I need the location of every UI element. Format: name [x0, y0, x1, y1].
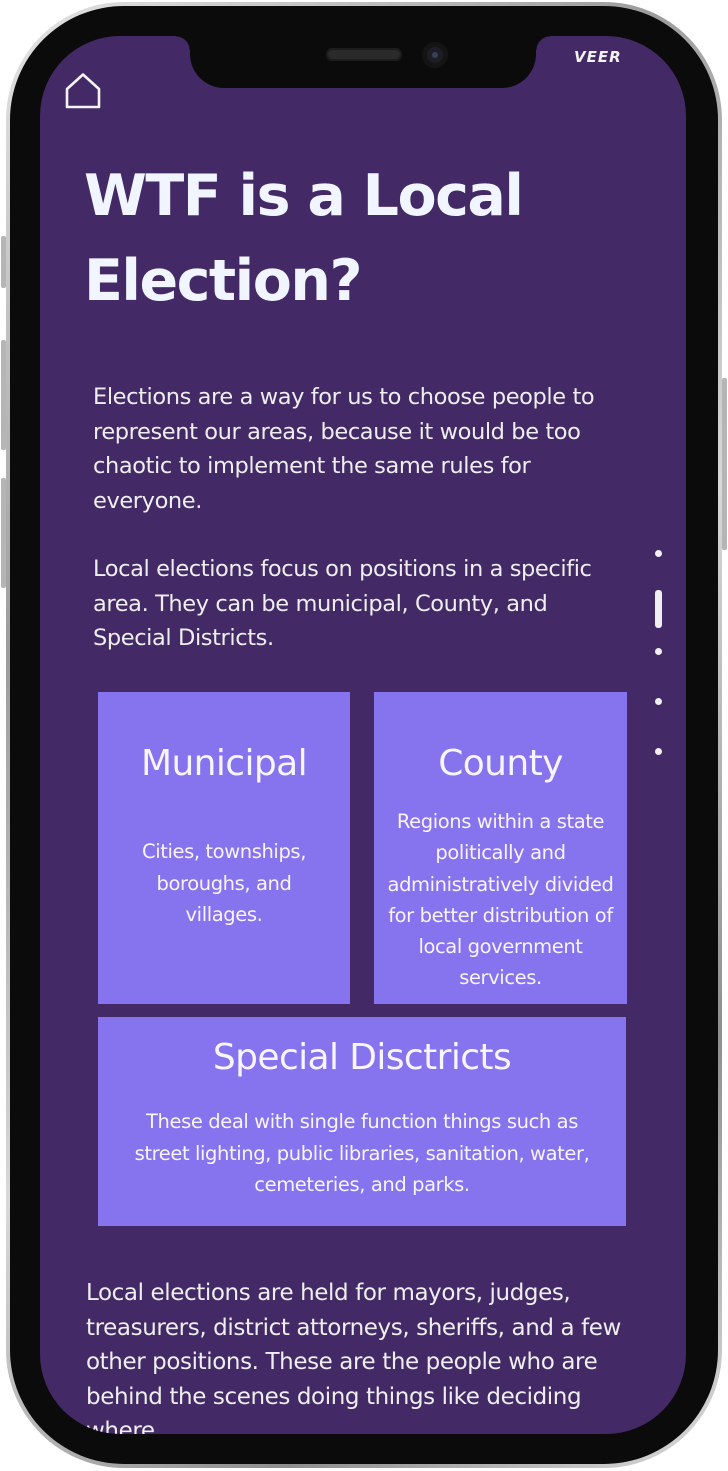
page-dot[interactable]: [655, 698, 662, 705]
power-button: [722, 378, 727, 550]
special-districts-card-title: Special Disctricts: [212, 1037, 512, 1078]
speaker-grille: [326, 48, 402, 61]
county-card-description: Regions within a state politically and a…: [387, 810, 614, 990]
page-indicator: [652, 546, 666, 796]
page-title: WTF is a Local Election?: [84, 163, 524, 314]
page-dot-active[interactable]: [655, 590, 662, 628]
county-card-title: County: [438, 743, 563, 784]
intro-paragraph: Elections are a way for us to choose peo…: [93, 384, 595, 514]
volume-down-button: [1, 478, 6, 588]
front-camera-icon: [422, 42, 448, 68]
municipal-card-title: Municipal: [140, 743, 308, 784]
special-districts-card[interactable]: Special Disctricts These deal with singl…: [98, 1017, 626, 1226]
municipal-card-description: Cities, townships, boroughs, and village…: [141, 840, 306, 926]
silent-switch: [1, 236, 6, 288]
municipal-card[interactable]: Municipal Cities, townships, boroughs, a…: [98, 692, 350, 1004]
page-dot[interactable]: [655, 648, 662, 655]
page-dot[interactable]: [655, 550, 662, 557]
home-icon[interactable]: [64, 72, 102, 110]
app-screen: VEER WTF is a Local Election? Elections …: [40, 36, 686, 1434]
notch: [176, 36, 550, 88]
special-districts-card-description: These deal with single function things s…: [134, 1110, 590, 1196]
positions-paragraph: Local elections are held for mayors, jud…: [86, 1280, 621, 1434]
county-card[interactable]: County Regions within a state politicall…: [374, 692, 627, 1004]
volume-up-button: [1, 340, 6, 450]
page-dot[interactable]: [655, 748, 662, 755]
local-elections-paragraph: Local elections focus on positions in a …: [93, 556, 592, 651]
device-brand-logo: VEER: [574, 48, 622, 66]
